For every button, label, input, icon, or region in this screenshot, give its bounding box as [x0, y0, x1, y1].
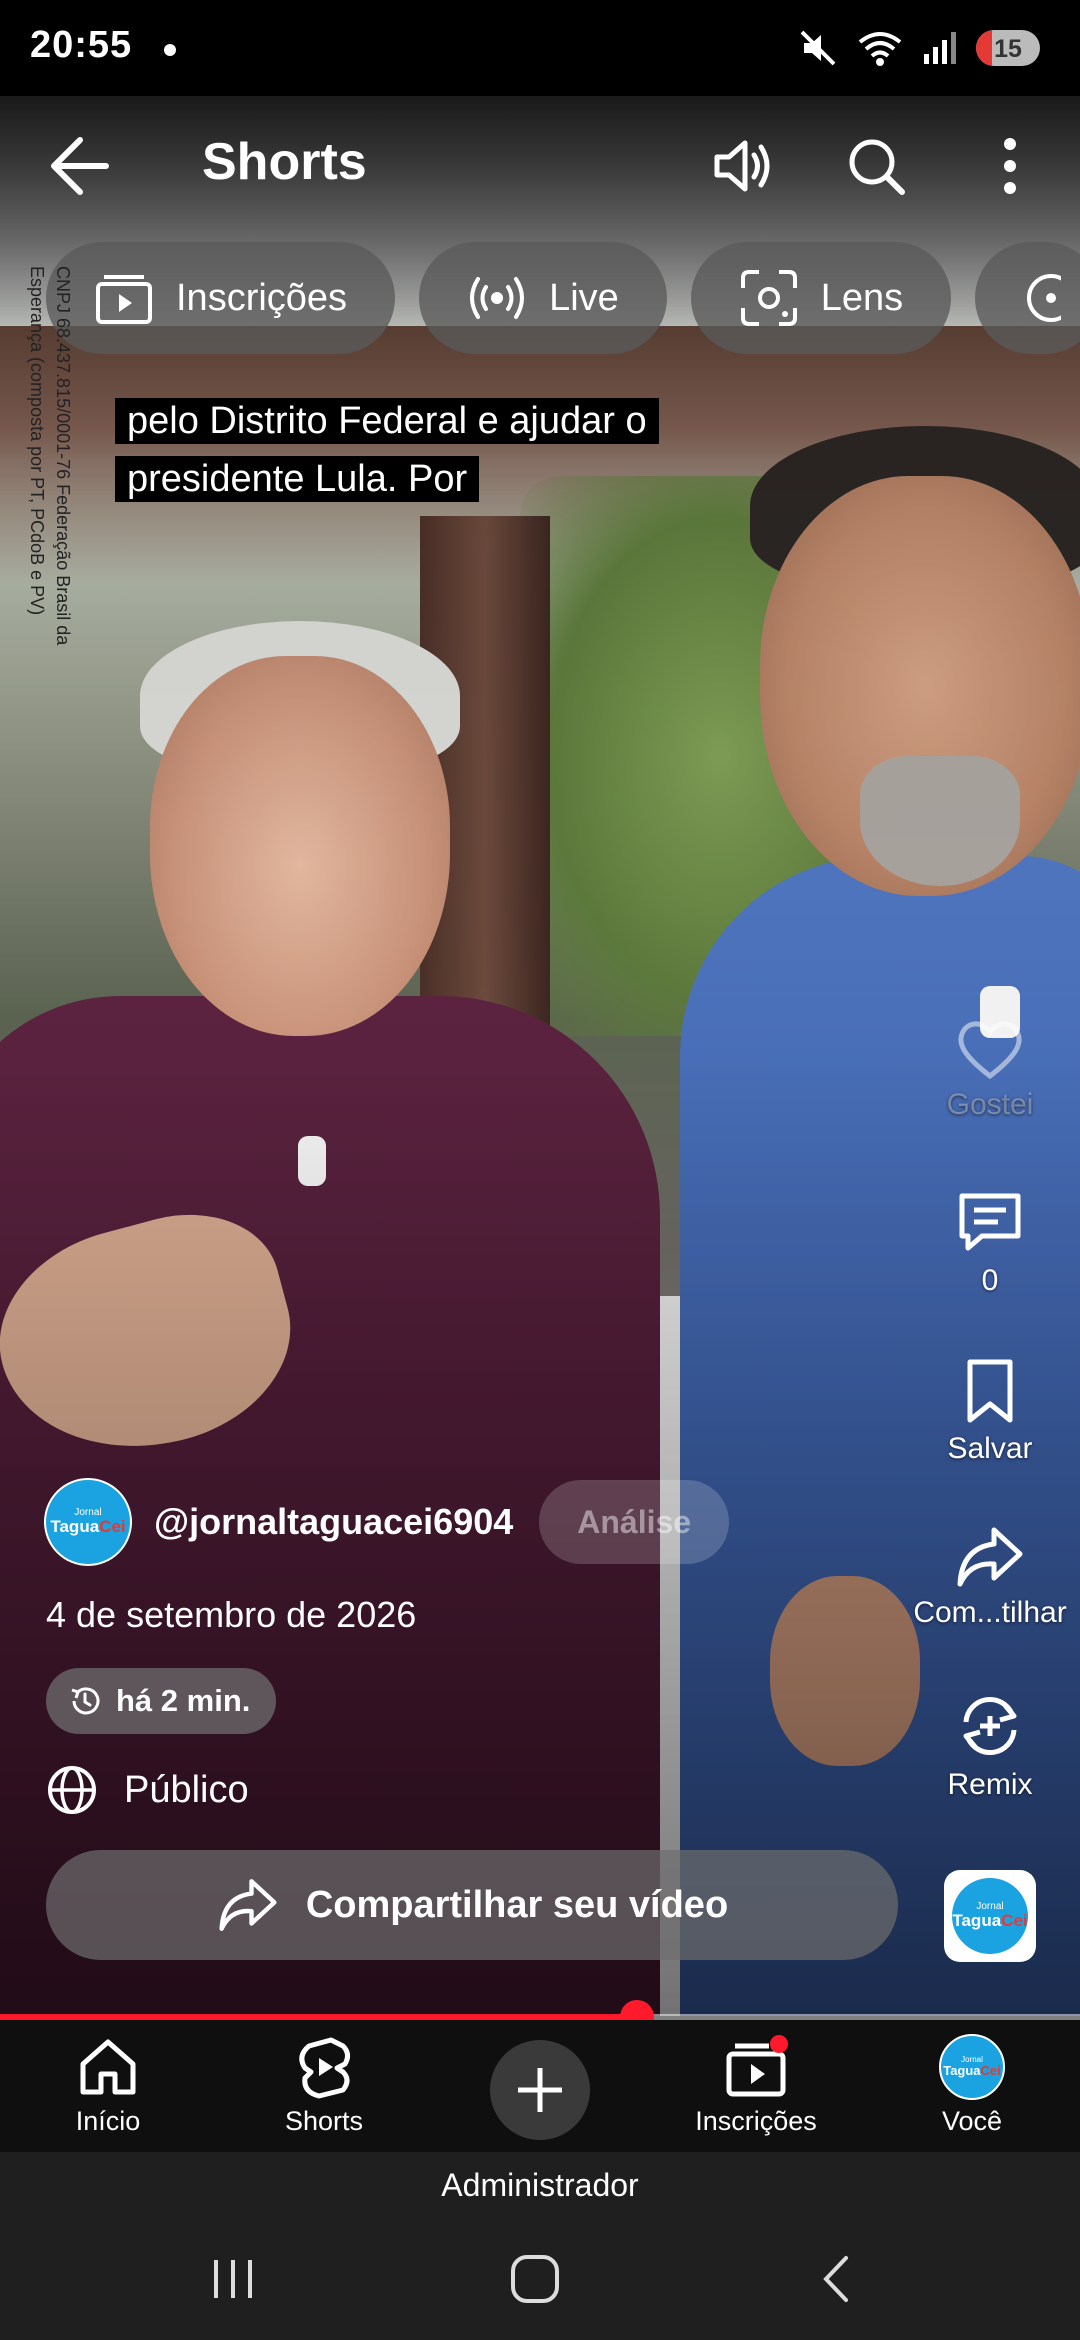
mute-icon [800, 30, 836, 66]
share-button[interactable]: Com...tilhar [900, 1524, 1080, 1630]
shorts-icon [299, 2037, 351, 2099]
more-vert-icon [1004, 138, 1016, 194]
share-your-video-button[interactable]: Compartilhar seu vídeo [46, 1850, 898, 1960]
top-app-bar: Shorts [0, 96, 1080, 236]
home-square-icon [511, 2255, 559, 2303]
time-ago-badge: há 2 min. [46, 1668, 277, 1734]
chip-label: Live [549, 276, 619, 319]
avatar-text-main: TaguaCei [50, 1517, 126, 1536]
nav-subscriptions[interactable]: Inscrições [666, 2034, 846, 2137]
globe-icon [48, 1766, 96, 1814]
page-title: Shorts [202, 133, 367, 191]
more-options-button[interactable] [970, 124, 1050, 208]
like-label: Gostei [946, 1088, 1034, 1121]
search-icon [849, 139, 905, 195]
share-your-video-label: Compartilhar seu vídeo [305, 1883, 729, 1926]
back-button[interactable] [40, 126, 120, 206]
upload-date: 4 de setembro de 2026 [46, 1594, 417, 1635]
time-ago-text: há 2 min. [116, 1683, 251, 1718]
share-label: Com...tilhar [913, 1596, 1067, 1629]
battery-icon: 15 [976, 30, 1040, 66]
create-button[interactable] [490, 2040, 590, 2140]
sound-avatar: Jornal TaguaCei [952, 1878, 1028, 1954]
live-icon [470, 277, 525, 319]
chip-more[interactable] [975, 242, 1080, 354]
status-icons: 15 [798, 26, 1040, 70]
subscriptions-icon [96, 275, 152, 324]
legal-text: CNPJ 68.437.815/0001-76 Federação Brasil… [27, 266, 73, 646]
status-time: 20:55 [30, 24, 133, 66]
save-button[interactable]: Salvar [910, 1356, 1070, 1466]
channel-avatar[interactable]: Jornal TaguaCei [44, 1478, 132, 1566]
signal-icon [924, 32, 956, 64]
remix-label: Remix [947, 1768, 1033, 1801]
remix-button[interactable]: Remix [910, 1690, 1070, 1802]
home-icon [80, 2039, 136, 2095]
nav-shorts-label: Shorts [284, 2106, 364, 2136]
home-system-button[interactable] [480, 2244, 590, 2314]
search-button[interactable] [834, 124, 918, 208]
share-icon [219, 1879, 277, 1931]
caption-line-1: pelo Distrito Federal e ajudar o [115, 398, 659, 444]
caption-line-2: presidente Lula. Por [115, 456, 480, 502]
bottom-navigation: Início Shorts Inscrições Jornal TaguaCei… [0, 2020, 1080, 2152]
nav-you[interactable]: Jornal TaguaCei Você [882, 2034, 1062, 2137]
system-back-button[interactable] [782, 2244, 892, 2314]
status-bar: 20:55 15 [0, 0, 1080, 96]
visibility-row[interactable]: Público [46, 1764, 249, 1816]
volume-icon [714, 140, 770, 192]
chip-bar: Inscrições Live Lens [46, 242, 1080, 354]
chip-label: Inscrições [176, 276, 348, 319]
chip-subscriptions[interactable]: Inscrições [46, 242, 396, 354]
admin-label: Administrador [0, 2152, 1080, 2218]
nav-you-label: Você [941, 2106, 1003, 2136]
back-arrow-icon [51, 137, 109, 195]
sound-thumbnail[interactable]: Jornal TaguaCei [944, 1870, 1036, 1962]
chip-label: Lens [820, 276, 904, 319]
side-legal-text: CNPJ 68.437.815/0001-76 Federação Brasil… [20, 266, 76, 686]
volume-button[interactable] [700, 124, 784, 208]
comments-count: 0 [981, 1264, 999, 1297]
profile-avatar: Jornal TaguaCei [939, 2034, 1005, 2100]
avatar-text-main: TaguaCei [943, 2063, 1001, 2078]
chip-live[interactable]: Live [419, 242, 667, 354]
remix-icon [963, 1696, 1017, 1756]
recent-apps-button[interactable] [178, 2244, 288, 2314]
chip-lens[interactable]: Lens [690, 242, 952, 354]
palette-icon [1027, 274, 1062, 322]
save-label: Salvar [947, 1432, 1033, 1465]
back-chevron-icon [823, 2256, 848, 2302]
nav-subscriptions-label: Inscrições [695, 2106, 817, 2136]
notification-dot [164, 44, 176, 56]
avatar-text-main: TaguaCei [952, 1911, 1028, 1930]
comments-button[interactable]: 0 [910, 1186, 1070, 1298]
like-button[interactable]: Gostei [910, 1016, 1070, 1122]
wifi-icon [858, 32, 902, 66]
nav-home[interactable]: Início [18, 2034, 198, 2137]
heart-icon [958, 1021, 1022, 1080]
channel-row: Jornal TaguaCei @jornaltaguacei6904 Anál… [44, 1478, 730, 1566]
visibility-label: Público [124, 1768, 249, 1811]
nav-home-label: Início [75, 2106, 141, 2136]
plus-icon [518, 2068, 562, 2112]
bookmark-icon [967, 1359, 1013, 1423]
video-caption: pelo Distrito Federal e ajudar o preside… [115, 392, 715, 508]
analysis-button[interactable]: Análise [539, 1480, 730, 1564]
share-icon [957, 1527, 1023, 1587]
channel-handle[interactable]: @jornaltaguacei6904 [154, 1501, 513, 1543]
lens-icon [740, 270, 797, 326]
nav-shorts[interactable]: Shorts [234, 2034, 414, 2137]
system-navigation-bar [0, 2218, 1080, 2340]
subscriptions-icon [726, 2035, 788, 2097]
recents-icon [214, 2260, 252, 2298]
comment-icon [959, 1193, 1021, 1251]
history-icon [71, 1687, 100, 1715]
